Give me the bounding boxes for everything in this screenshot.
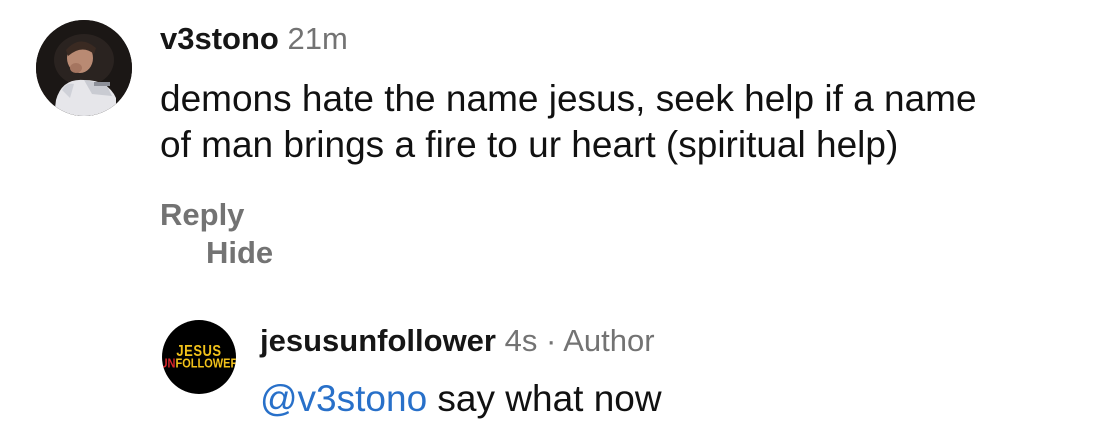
profile-photo-icon (36, 20, 132, 116)
reply-button[interactable]: Reply (160, 197, 244, 232)
reply-header: jesusunfollower 4s · Author (260, 322, 655, 360)
reply-text-body: say what now (427, 378, 662, 419)
mention-link[interactable]: @v3stono (260, 378, 427, 419)
reply-time: 4s (504, 323, 538, 358)
comment-time: 21m (287, 21, 348, 56)
reply-username[interactable]: jesusunfollower (260, 323, 496, 358)
logo-line-2: UNFOLLOWER (162, 356, 236, 372)
reply-text: @v3stono say what now (260, 376, 662, 422)
comment-text-line-1: demons hate the name jesus, seek help if… (160, 78, 977, 119)
comment-actions: Reply Hide (160, 196, 273, 272)
comment-username[interactable]: v3stono (160, 21, 279, 56)
logo-un-text: UN (162, 356, 176, 372)
logo-follower-text: FOLLOWER (175, 356, 236, 372)
hide-button[interactable]: Hide (206, 235, 273, 270)
comment-header: v3stono 21m (160, 20, 348, 58)
reply-separator: · (545, 323, 557, 358)
comment-text-line-2: of man brings a fire to ur heart (spirit… (160, 124, 899, 165)
commenter-avatar[interactable] (36, 20, 132, 116)
reply-avatar[interactable]: JESUS UNFOLLOWER (162, 320, 236, 394)
author-badge: Author (563, 323, 655, 358)
